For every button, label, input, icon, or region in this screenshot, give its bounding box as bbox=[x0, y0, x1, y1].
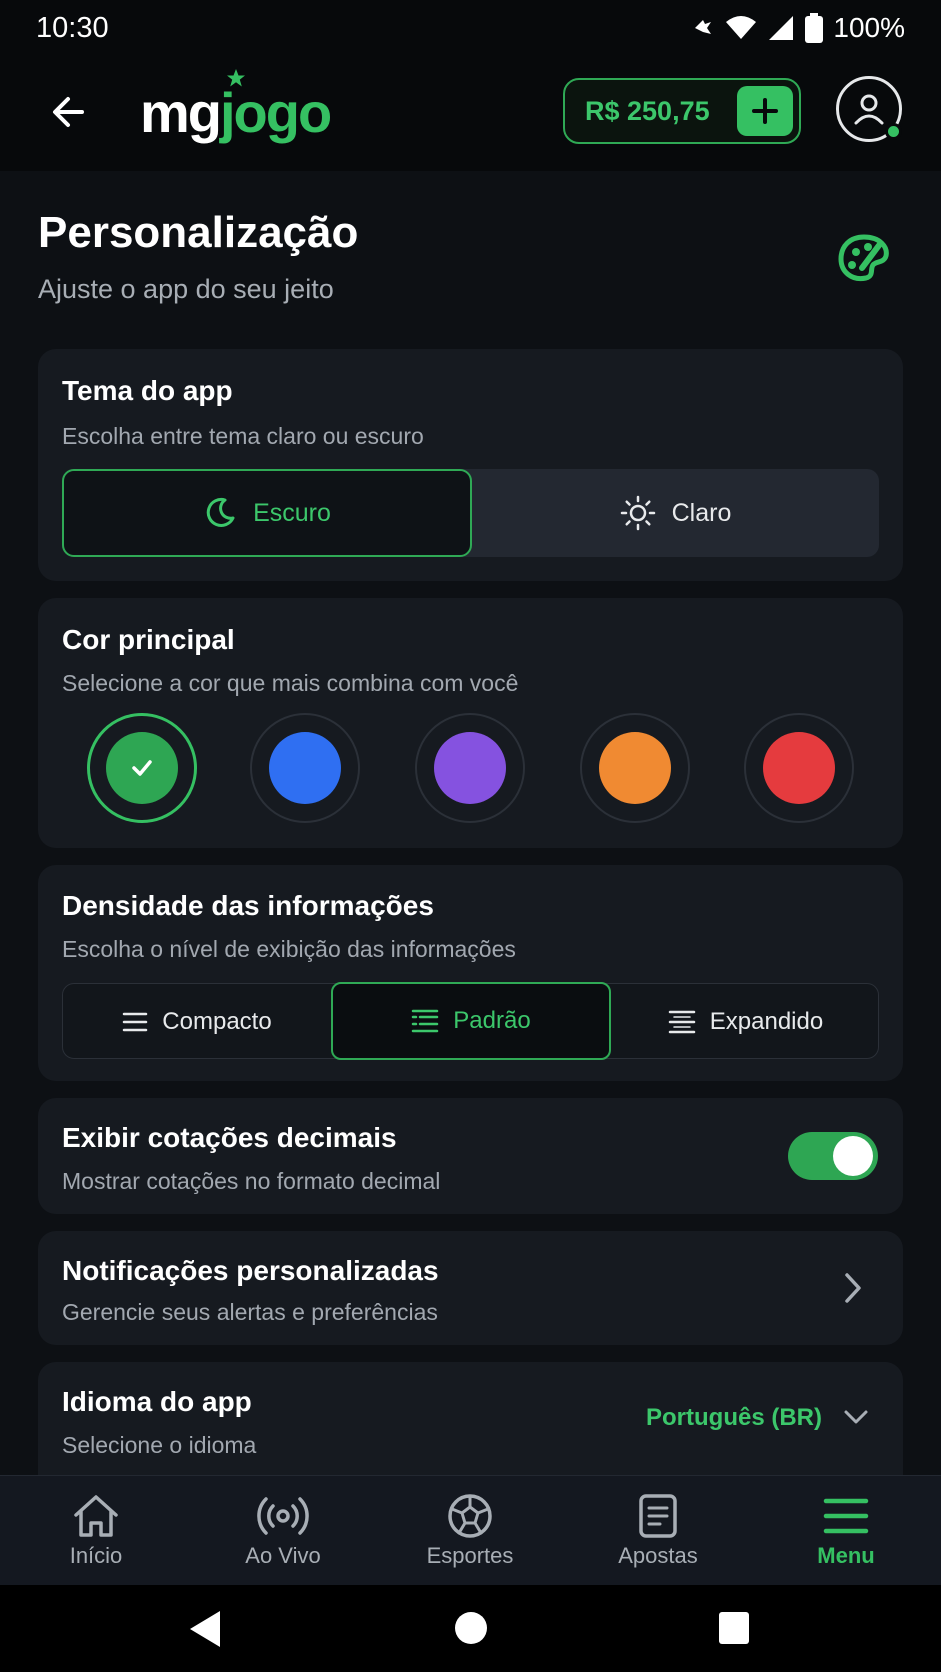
density-subtitle: Escolha o nível de exibição das informaç… bbox=[62, 936, 516, 962]
decimal-odds-subtitle: Mostrar cotações no formato decimal bbox=[62, 1168, 441, 1194]
signal-icon bbox=[769, 16, 794, 40]
theme-option-light-label: Claro bbox=[671, 498, 732, 527]
nav-label-home: Início bbox=[69, 1543, 123, 1568]
color-dot-red bbox=[763, 732, 835, 804]
ball-icon bbox=[448, 1494, 492, 1538]
plus-icon bbox=[752, 98, 778, 124]
decimal-odds-card: Exibir cotações decimais Mostrar cotaçõe… bbox=[38, 1098, 903, 1214]
density-card: Densidade das informações Escolha o níve… bbox=[38, 865, 903, 1081]
nav-label-sports: Esportes bbox=[426, 1543, 514, 1568]
bottom-navigation: Início Ao Vivo Esportes Apostas Menu bbox=[0, 1475, 941, 1585]
system-recents-icon[interactable] bbox=[718, 1611, 750, 1645]
density-option-expanded-label: Expandido bbox=[709, 1008, 824, 1035]
language-title: Idioma do app bbox=[62, 1386, 252, 1417]
system-back-icon[interactable] bbox=[186, 1609, 224, 1649]
nav-item-sports[interactable]: Esportes bbox=[376, 1476, 564, 1586]
toggle-knob bbox=[833, 1136, 873, 1176]
density-option-expanded[interactable]: Expandido bbox=[611, 984, 880, 1060]
color-title: Cor principal bbox=[62, 624, 235, 655]
nav-label-bets: Apostas bbox=[618, 1543, 698, 1568]
notifications-card[interactable]: Notificações personalizadas Gerencie seu… bbox=[38, 1231, 903, 1345]
decimal-odds-toggle[interactable] bbox=[788, 1132, 878, 1180]
notifications-subtitle: Gerencie seus alertas e preferências bbox=[62, 1299, 438, 1325]
theme-option-dark[interactable]: Escuro bbox=[62, 469, 472, 557]
nav-label-live: Ao Vivo bbox=[245, 1543, 321, 1568]
back-button[interactable] bbox=[44, 88, 92, 136]
color-swatch-blue[interactable] bbox=[250, 713, 360, 823]
system-home-icon[interactable] bbox=[453, 1609, 489, 1647]
color-swatch-orange[interactable] bbox=[580, 713, 690, 823]
app-header: mgjogo R$ 250,75 bbox=[0, 56, 941, 171]
list-compact-icon bbox=[123, 1012, 148, 1032]
color-swatch-red[interactable] bbox=[744, 713, 854, 823]
density-title: Densidade das informações bbox=[62, 890, 434, 921]
language-value[interactable]: Português (BR) bbox=[646, 1404, 822, 1432]
nav-item-bets[interactable]: Apostas bbox=[564, 1476, 752, 1586]
decimal-odds-title: Exibir cotações decimais bbox=[62, 1122, 397, 1153]
language-card[interactable]: Idioma do app Selecione o idioma Portugu… bbox=[38, 1362, 903, 1475]
theme-toggle: Escuro Claro bbox=[62, 469, 879, 557]
sun-icon bbox=[620, 495, 655, 531]
theme-subtitle: Escolha entre tema claro ou escuro bbox=[62, 423, 424, 449]
page-subtitle: Ajuste o app do seu jeito bbox=[38, 274, 334, 304]
nav-item-menu[interactable]: Menu bbox=[752, 1476, 940, 1586]
list-standard-icon bbox=[412, 1009, 439, 1033]
arrow-left-icon bbox=[53, 97, 84, 127]
list-expanded-icon bbox=[668, 1010, 696, 1034]
home-icon bbox=[74, 1495, 118, 1537]
chevron-right-icon[interactable] bbox=[842, 1271, 864, 1305]
theme-title: Tema do app bbox=[62, 375, 233, 406]
system-navigation bbox=[0, 1585, 941, 1672]
theme-card: Tema do app Escolha entre tema claro ou … bbox=[38, 349, 903, 581]
density-option-standard-label: Padrão bbox=[453, 1007, 531, 1034]
density-option-compact-label: Compacto bbox=[162, 1008, 272, 1035]
color-dot-blue bbox=[269, 732, 341, 804]
density-segmented-control: Compacto Padrão Expandido bbox=[62, 982, 880, 1060]
battery-icon bbox=[805, 13, 824, 43]
notification-icon bbox=[695, 20, 712, 34]
check-icon bbox=[132, 760, 152, 776]
status-bar: 10:30 100% bbox=[0, 0, 941, 56]
notifications-title: Notificações personalizadas bbox=[62, 1255, 439, 1286]
wifi-icon bbox=[726, 16, 757, 39]
logo: mgjogo bbox=[140, 78, 332, 148]
nav-item-live[interactable]: Ao Vivo bbox=[189, 1476, 377, 1586]
logo-mg: mg bbox=[140, 81, 222, 144]
theme-option-light[interactable]: Claro bbox=[472, 469, 879, 557]
star-icon bbox=[227, 69, 245, 87]
balance-amount: R$ 250,75 bbox=[585, 95, 710, 126]
color-card: Cor principal Selecione a cor que mais c… bbox=[38, 598, 903, 848]
status-icons: 100% bbox=[691, 12, 905, 44]
online-indicator bbox=[885, 123, 902, 140]
color-dot-orange bbox=[599, 732, 671, 804]
language-subtitle: Selecione o idioma bbox=[62, 1432, 257, 1458]
color-subtitle: Selecione a cor que mais combina com voc… bbox=[62, 670, 519, 696]
theme-option-dark-label: Escuro bbox=[253, 498, 331, 527]
color-dot-purple bbox=[434, 732, 506, 804]
live-icon bbox=[257, 1497, 309, 1535]
nav-item-home[interactable]: Início bbox=[2, 1476, 190, 1586]
nav-label-menu: Menu bbox=[817, 1543, 875, 1568]
chevron-down-icon[interactable] bbox=[842, 1406, 870, 1428]
density-option-compact[interactable]: Compacto bbox=[63, 984, 331, 1060]
balance-button[interactable]: R$ 250,75 bbox=[563, 78, 801, 144]
profile-avatar[interactable] bbox=[836, 76, 902, 142]
menu-icon bbox=[823, 1498, 869, 1534]
density-option-standard[interactable]: Padrão bbox=[331, 982, 611, 1060]
page-title: Personalização bbox=[38, 208, 359, 257]
ticket-icon bbox=[639, 1494, 677, 1538]
palette-icon bbox=[838, 234, 889, 282]
logo-jogo: jogo bbox=[220, 81, 332, 144]
color-dot-green bbox=[106, 732, 178, 804]
moon-icon bbox=[206, 497, 235, 527]
battery-percent: 100% bbox=[833, 12, 905, 43]
user-icon bbox=[854, 94, 884, 125]
status-time: 10:30 bbox=[36, 11, 109, 44]
color-swatch-purple[interactable] bbox=[415, 713, 525, 823]
color-swatch-green[interactable] bbox=[87, 713, 197, 823]
deposit-button[interactable] bbox=[737, 86, 793, 136]
